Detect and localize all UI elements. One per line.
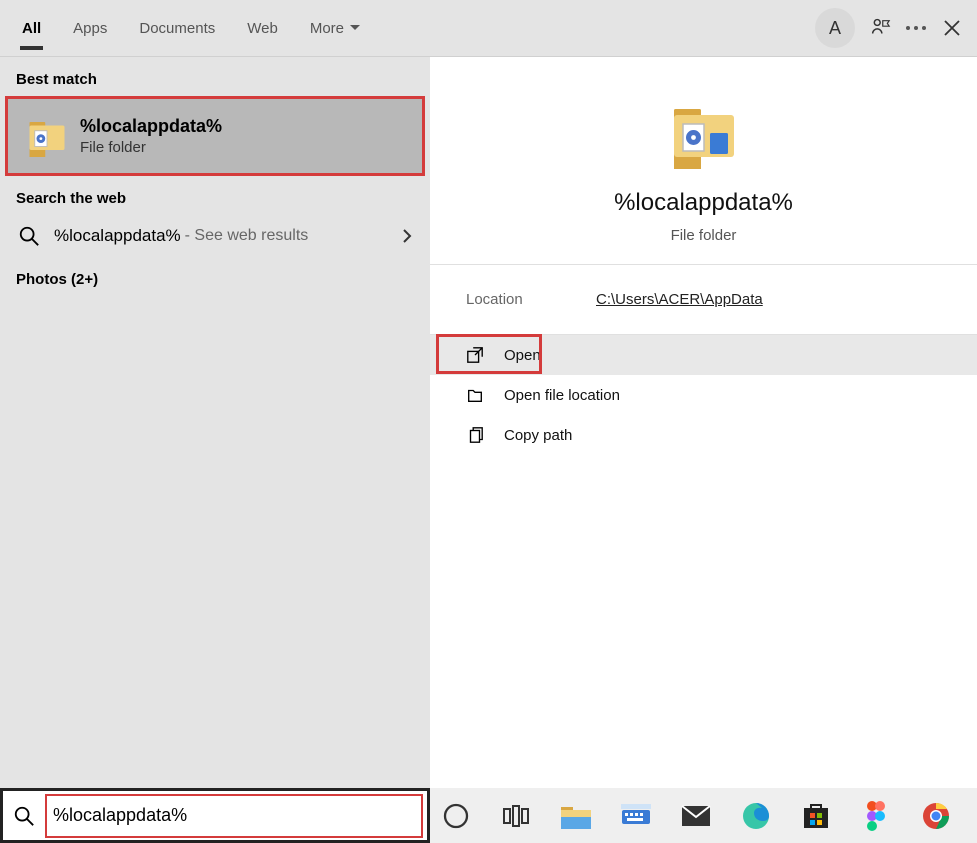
figma-icon[interactable] (860, 800, 892, 832)
action-copy-path[interactable]: Copy path (430, 415, 977, 455)
taskbar (430, 788, 977, 843)
tab-web[interactable]: Web (231, 0, 294, 56)
folder-location-icon (466, 386, 484, 404)
best-match-result[interactable]: %localappdata% File folder (5, 96, 425, 176)
file-explorer-icon[interactable] (560, 800, 592, 832)
task-view-icon[interactable] (500, 800, 532, 832)
chrome-icon[interactable] (920, 800, 952, 832)
preview-subtitle: File folder (450, 227, 957, 244)
results-list: Best match %localappdata% File folder Se… (0, 57, 430, 788)
action-open-file-location[interactable]: Open file location (430, 375, 977, 415)
user-avatar[interactable]: A (815, 8, 855, 48)
search-the-web-heading: Search the web (0, 176, 430, 215)
more-options-icon[interactable] (905, 17, 927, 39)
copy-icon (466, 426, 484, 444)
location-label: Location (466, 291, 596, 308)
search-filter-tabs: All Apps Documents Web More A (0, 0, 977, 57)
chevron-down-icon (350, 25, 360, 31)
search-icon (18, 225, 40, 247)
edge-icon[interactable] (740, 800, 772, 832)
preview-pane: %localappdata% File folder Location C:\U… (430, 57, 977, 788)
tab-apps[interactable]: Apps (57, 0, 123, 56)
on-screen-keyboard-icon[interactable] (620, 800, 652, 832)
feedback-icon[interactable] (869, 17, 891, 39)
best-match-subtitle: File folder (80, 139, 222, 156)
tab-more[interactable]: More (294, 0, 376, 56)
preview-title: %localappdata% (450, 189, 957, 217)
cortana-icon[interactable] (440, 800, 472, 832)
action-open[interactable]: Open (430, 335, 977, 375)
tab-all[interactable]: All (6, 0, 57, 56)
mail-icon[interactable] (680, 800, 712, 832)
photos-heading[interactable]: Photos (2+) (0, 257, 430, 296)
search-box[interactable] (0, 788, 430, 843)
close-icon[interactable] (941, 17, 963, 39)
best-match-title: %localappdata% (80, 116, 222, 137)
folder-icon (668, 97, 740, 169)
tab-documents[interactable]: Documents (123, 0, 231, 56)
web-result-suffix: - See web results (185, 227, 309, 245)
folder-icon (26, 115, 68, 157)
chevron-right-icon (402, 228, 412, 244)
web-result[interactable]: %localappdata% - See web results (0, 215, 430, 257)
search-input[interactable] (53, 796, 421, 836)
search-icon (13, 805, 35, 827)
best-match-heading: Best match (0, 57, 430, 96)
microsoft-store-icon[interactable] (800, 800, 832, 832)
open-icon (466, 346, 484, 364)
location-path[interactable]: C:\Users\ACER\AppData (596, 291, 763, 308)
web-result-query: %localappdata% (54, 226, 181, 246)
